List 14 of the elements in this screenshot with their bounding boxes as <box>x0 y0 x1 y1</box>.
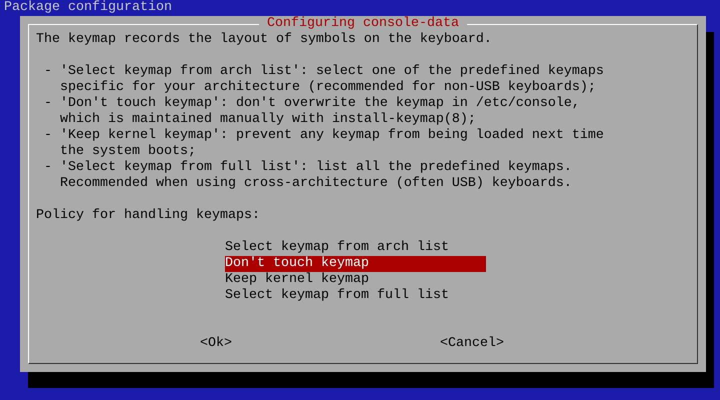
bullet-item: - 'Select keymap from full list': list all the predefined keymaps. Recommended when using cross-architecture (often USB) keyboards. <box>43 160 572 192</box>
menu-option[interactable]: Select keymap from arch list <box>225 240 486 256</box>
menu-option[interactable]: Don't touch keymap <box>225 256 486 272</box>
menu-option[interactable]: Select keymap from full list <box>225 288 486 304</box>
screen-title: Package configuration <box>4 0 172 15</box>
bullet-item: - 'Keep kernel keymap': prevent any keymap from being loaded next time the system boots; <box>43 128 604 160</box>
dialog-title: Configuring console-data <box>259 16 467 32</box>
dialog-button[interactable]: <Ok> <box>200 336 232 352</box>
prompt-text: Policy for handling keymaps: <box>36 208 260 224</box>
bullet-item: - 'Don't touch keymap': don't overwrite the keymap in /etc/console, which is maintained manually with install-keymap(8); <box>43 96 580 128</box>
intro-text: The keymap records the layout of symbols on the keyboard. <box>36 32 492 48</box>
dialog-button[interactable]: <Cancel> <box>440 336 504 352</box>
bullet-item: - 'Select keymap from arch list': select one of the predefined keymaps specific for your architecture (recommended for non-USB keyboards); <box>43 64 604 96</box>
menu-option[interactable]: Keep kernel keymap <box>225 272 486 288</box>
